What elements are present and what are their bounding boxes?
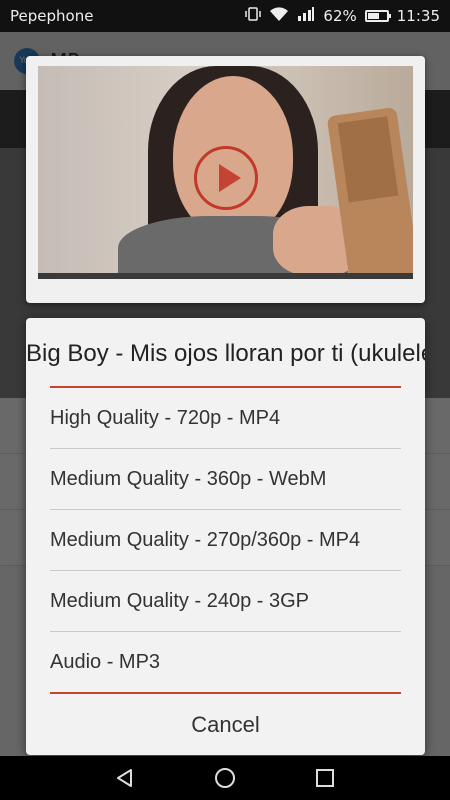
back-icon[interactable] [105,758,145,798]
vibrate-icon [245,6,262,26]
option-medium-360p-webm[interactable]: Medium Quality - 360p - WebM [50,449,401,510]
battery-fill [367,13,379,19]
home-icon[interactable] [205,758,245,798]
clock: 11:35 [396,7,440,25]
option-medium-240p-3gp[interactable]: Medium Quality - 240p - 3GP [50,571,401,632]
play-circle-icon[interactable] [194,146,258,210]
signal-icon [297,6,315,26]
wifi-icon [269,6,289,26]
navigation-bar [0,756,450,800]
dialog-title: Big Boy - Mis ojos lloran por ti (ukulel… [26,340,425,367]
option-audio-mp3[interactable]: Audio - MP3 [50,632,401,693]
video-preview-card [26,56,425,303]
option-high-720p-mp4[interactable]: High Quality - 720p - MP4 [50,388,401,449]
quality-dialog: Big Boy - Mis ojos lloran por ti (ukulel… [26,318,425,755]
battery-icon [364,10,391,22]
recents-icon[interactable] [305,758,345,798]
option-medium-270p-360p-mp4[interactable]: Medium Quality - 270p/360p - MP4 [50,510,401,571]
cancel-button[interactable]: Cancel [26,694,425,755]
battery-percent: 62% [323,7,357,25]
status-bar: Pepephone 62% 11:35 [0,0,450,32]
thumbnail-floor [38,273,413,279]
video-thumbnail[interactable] [38,66,413,279]
status-icons: 62% 11:35 [245,6,440,26]
carrier-name: Pepephone [10,7,94,25]
